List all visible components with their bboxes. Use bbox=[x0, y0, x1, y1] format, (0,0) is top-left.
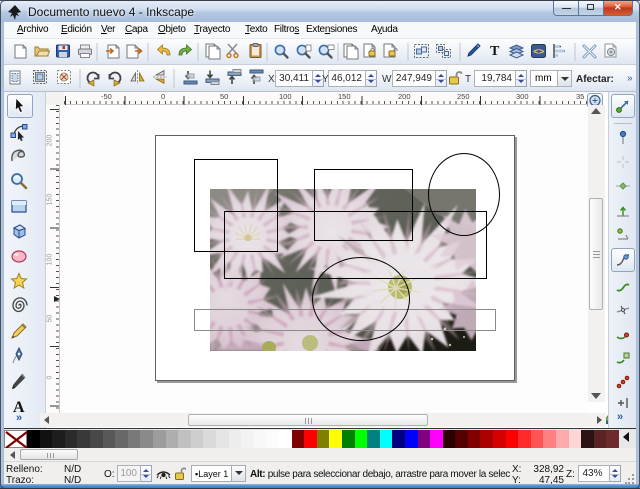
svg-text:<>: <> bbox=[533, 47, 545, 58]
svg-text:T: T bbox=[490, 44, 500, 59]
